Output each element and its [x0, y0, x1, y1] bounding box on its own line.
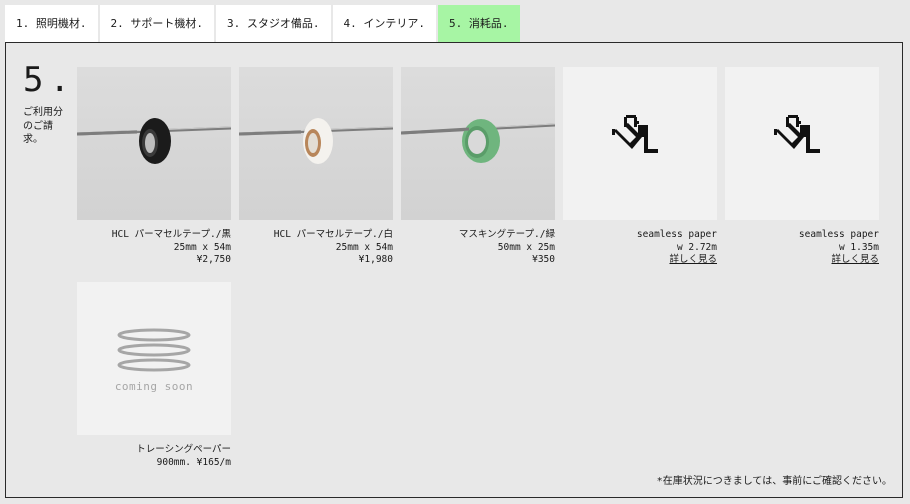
product-size: w 1.35m — [838, 241, 879, 253]
product-name: HCL パーマセルテープ./白 — [273, 229, 393, 240]
product-name: seamless paper — [798, 229, 879, 240]
tab-interior[interactable]: 4. インテリア. — [332, 5, 436, 42]
tape-black-photo[interactable] — [77, 67, 231, 220]
details-link[interactable]: 詳しく見る — [725, 254, 879, 267]
paint-bucket-icon[interactable] — [563, 67, 717, 220]
product-size: w 2.72m — [676, 241, 717, 253]
tab-studio-supplies[interactable]: 3. スタジオ備品. — [216, 5, 331, 42]
paint-bucket-icon[interactable] — [725, 67, 879, 220]
coming-soon-label: coming soon — [114, 380, 194, 393]
product-price: ¥350 — [532, 254, 555, 265]
product-card[interactable]: seamless paper w 2.72m 詳しく見る — [563, 67, 717, 267]
product-name: マスキングテープ./緑 — [458, 229, 555, 240]
product-caption: トレーシングペーパー 900mm. ¥165/m — [77, 444, 231, 469]
product-card[interactable]: seamless paper w 1.35m 詳しく見る — [725, 67, 879, 267]
coming-soon-icon[interactable]: coming soon — [77, 282, 231, 435]
tab-support-equipment[interactable]: 2. サポート機材. — [99, 5, 214, 42]
consumables-panel: 5. ご利用分のご請求。 HCL パーマセルテープ./黒 25mm x 54m … — [5, 42, 903, 498]
stock-footnote: *在庫状況につきましては、事前にご確認ください。 — [656, 476, 892, 487]
tape-white-photo[interactable] — [239, 67, 393, 220]
product-card[interactable]: coming soon トレーシングペーパー 900mm. ¥165/m — [77, 282, 231, 469]
product-name: トレーシングペーパー — [136, 444, 231, 455]
product-card[interactable]: HCL パーマセルテープ./白 25mm x 54m ¥1,980 — [239, 67, 393, 267]
category-tabs: 1. 照明機材. 2. サポート機材. 3. スタジオ備品. 4. インテリア.… — [5, 5, 520, 42]
tape-green-photo[interactable] — [401, 67, 555, 220]
product-name: HCL パーマセルテープ./黒 — [111, 229, 231, 240]
product-price: ¥2,750 — [196, 254, 231, 265]
product-caption: マスキングテープ./緑 50mm x 25m ¥350 — [401, 229, 555, 267]
product-caption: seamless paper w 2.72m 詳しく見る — [563, 229, 717, 267]
tab-consumables[interactable]: 5. 消耗品. — [438, 5, 520, 42]
product-caption: seamless paper w 1.35m 詳しく見る — [725, 229, 879, 267]
section-number: 5. — [23, 60, 76, 100]
section-note: ご利用分のご請求。 — [23, 107, 63, 145]
product-caption: HCL パーマセルテープ./白 25mm x 54m ¥1,980 — [239, 229, 393, 267]
product-price: ¥1,980 — [358, 254, 393, 265]
product-size: 25mm x 54m — [173, 241, 231, 253]
product-card[interactable]: マスキングテープ./緑 50mm x 25m ¥350 — [401, 67, 555, 267]
product-caption: HCL パーマセルテープ./黒 25mm x 54m ¥2,750 — [77, 229, 231, 267]
tab-lighting[interactable]: 1. 照明機材. — [5, 5, 98, 42]
product-name: seamless paper — [636, 229, 717, 240]
product-size: 25mm x 54m — [335, 241, 393, 253]
product-card[interactable]: HCL パーマセルテープ./黒 25mm x 54m ¥2,750 — [77, 67, 231, 267]
product-size-price: 900mm. ¥165/m — [156, 456, 231, 468]
details-link[interactable]: 詳しく見る — [563, 254, 717, 267]
product-size: 50mm x 25m — [497, 241, 555, 253]
